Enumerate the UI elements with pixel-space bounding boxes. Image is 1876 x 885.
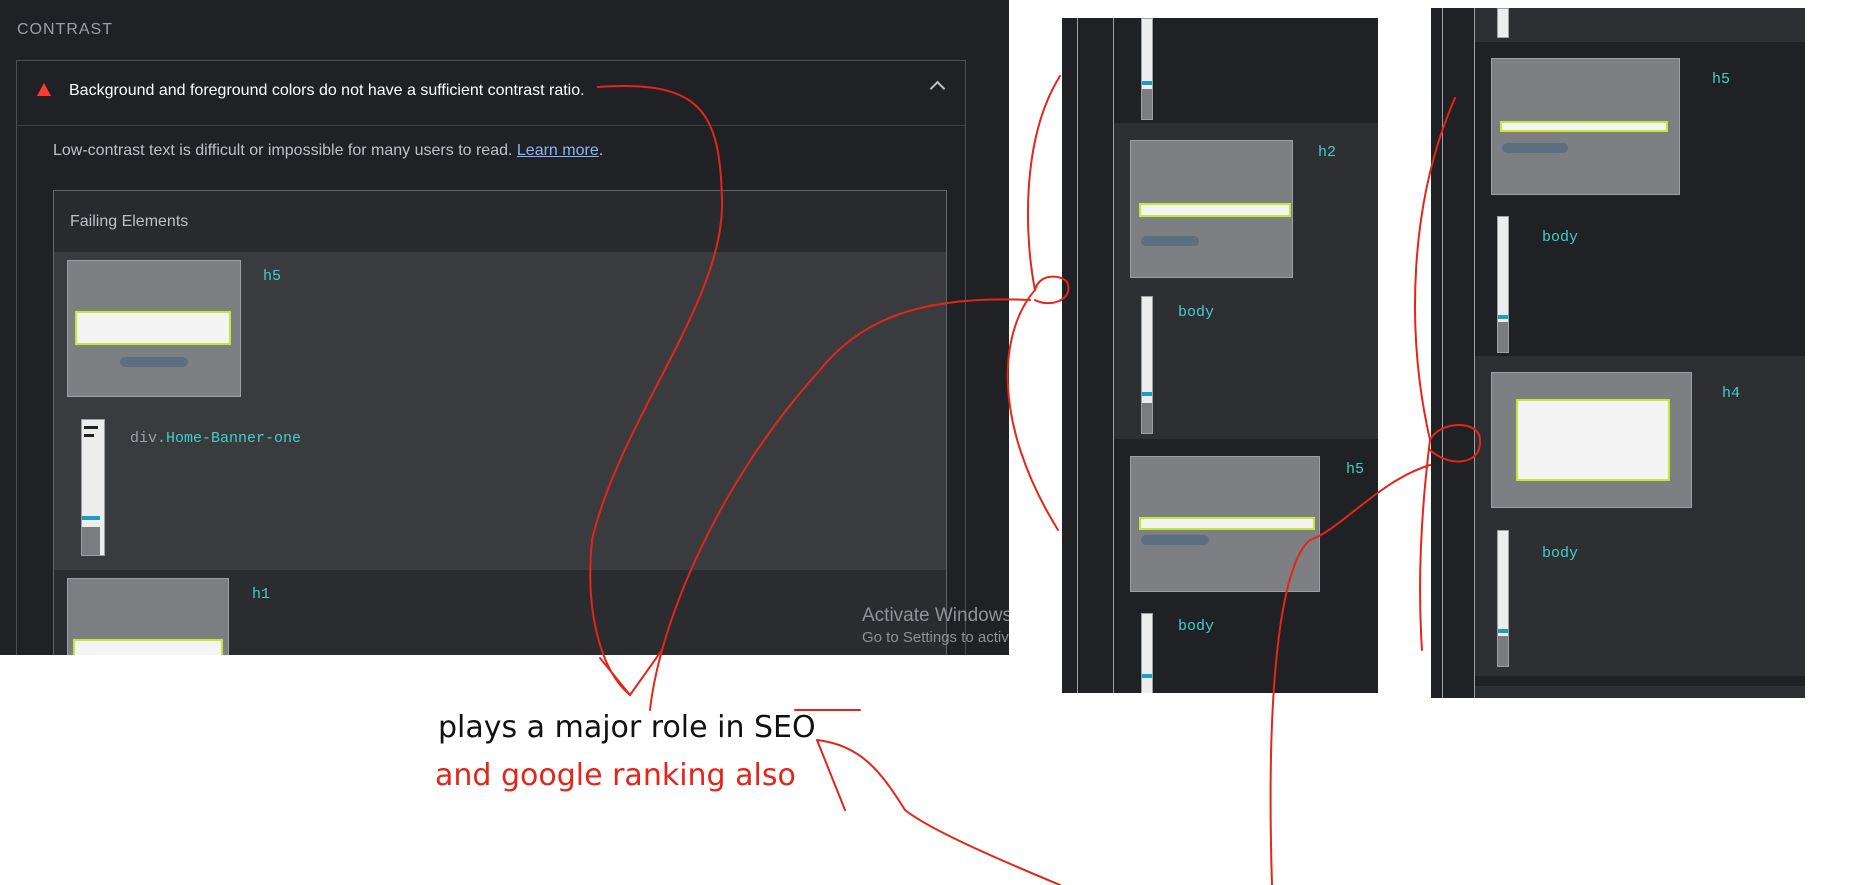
- element-screenshot-thumbnail[interactable]: [67, 578, 229, 655]
- element-screenshot-thumbnail[interactable]: [1491, 58, 1680, 195]
- lighthouse-panel: CONTRAST Background and foreground color…: [0, 0, 1009, 655]
- element-screenshot-thumbnail[interactable]: [81, 419, 105, 556]
- element-tag-body: body: [1178, 304, 1215, 321]
- audit-description-text: Low-contrast text is difficult or imposs…: [53, 142, 513, 159]
- audit-description: Low-contrast text is difficult or imposs…: [53, 142, 603, 160]
- annotation-stroke: [1006, 75, 1061, 531]
- element-tag-body: body: [1542, 229, 1579, 246]
- element-screenshot-thumbnail[interactable]: [1141, 18, 1153, 120]
- element-screenshot-thumbnail[interactable]: [1130, 140, 1293, 278]
- audit-panel-middle: h2 body h5 body: [1062, 18, 1378, 693]
- failing-elements-title: Failing Elements: [70, 213, 189, 230]
- annotation-stroke: [629, 649, 663, 696]
- learn-more-link[interactable]: Learn more: [517, 142, 599, 159]
- annotation-stroke: [816, 739, 846, 811]
- audit-panel-right: h5 body h4 body: [1431, 8, 1805, 698]
- element-screenshot-thumbnail[interactable]: [1141, 613, 1153, 693]
- activate-windows-title: Activate Windows: [862, 605, 1009, 626]
- element-tag-h1: h1: [252, 586, 271, 603]
- annotation-stroke: [599, 657, 631, 696]
- period: .: [598, 142, 604, 159]
- element-selector-div: div.Home-Banner-one: [130, 430, 302, 447]
- chevron-up-icon[interactable]: [929, 80, 946, 97]
- warning-triangle-icon: [37, 83, 51, 96]
- failing-element-row[interactable]: h1: [54, 570, 946, 655]
- element-screenshot-thumbnail[interactable]: [1491, 372, 1692, 508]
- audit-header[interactable]: Background and foreground colors do not …: [17, 61, 965, 126]
- section-title: CONTRAST: [17, 21, 113, 38]
- element-screenshot-thumbnail[interactable]: [67, 260, 241, 397]
- element-tag-h5: h5: [1712, 71, 1731, 88]
- annotation-text-seo: plays a major role in SEO: [438, 710, 816, 745]
- audit-title: Background and foreground colors do not …: [69, 82, 585, 99]
- element-screenshot-thumbnail[interactable]: [1497, 216, 1509, 353]
- failing-elements-header: Failing Elements: [54, 191, 946, 251]
- failing-element-row[interactable]: h5 div.Home-Banner-one: [54, 252, 946, 570]
- audit-card: Background and foreground colors do not …: [16, 60, 966, 655]
- element-screenshot-thumbnail[interactable]: [1130, 456, 1320, 592]
- annotation-text-google-ranking: and google ranking also: [435, 758, 796, 793]
- element-tag-h5: h5: [1346, 461, 1365, 478]
- activate-windows-subtitle: Go to Settings to activate Windows.: [862, 629, 1009, 646]
- element-screenshot-thumbnail[interactable]: [1497, 8, 1509, 38]
- failing-elements-table: Failing Elements h5 div.Home-Banner-one: [53, 190, 947, 655]
- element-tag-h4: h4: [1722, 385, 1741, 402]
- element-tag-body: body: [1542, 545, 1579, 562]
- element-tag-h5: h5: [263, 268, 282, 285]
- annotation-stroke: [816, 739, 1061, 885]
- element-tag-body: body: [1178, 618, 1215, 635]
- element-screenshot-thumbnail[interactable]: [1141, 296, 1153, 434]
- element-screenshot-thumbnail[interactable]: [1497, 530, 1509, 667]
- element-tag-h2: h2: [1318, 144, 1337, 161]
